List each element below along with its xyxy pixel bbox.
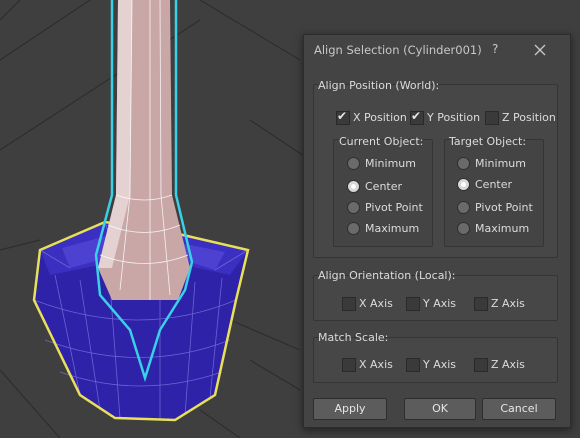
close-icon[interactable]	[534, 44, 546, 56]
check-icon: ✔	[337, 109, 348, 123]
align-selection-dialog: Align Selection (Cylinder001) ? Align Po…	[303, 34, 571, 428]
dialog-titlebar[interactable]: Align Selection (Cylinder001) ?	[304, 35, 570, 65]
align-orientation-label: Align Orientation (Local):	[318, 269, 456, 282]
dialog-title: Align Selection (Cylinder001)	[314, 43, 482, 57]
target-object-label: Target Object:	[449, 135, 527, 148]
match-scale-label: Match Scale:	[318, 331, 389, 344]
ok-button[interactable]: OK	[404, 398, 476, 420]
apply-button[interactable]: Apply	[313, 398, 387, 420]
check-icon: ✔	[411, 109, 422, 123]
align-position-label: Align Position (World):	[318, 79, 440, 92]
cancel-button[interactable]: Cancel	[482, 398, 556, 420]
current-object-label: Current Object:	[339, 135, 424, 148]
help-button[interactable]: ?	[492, 42, 498, 56]
